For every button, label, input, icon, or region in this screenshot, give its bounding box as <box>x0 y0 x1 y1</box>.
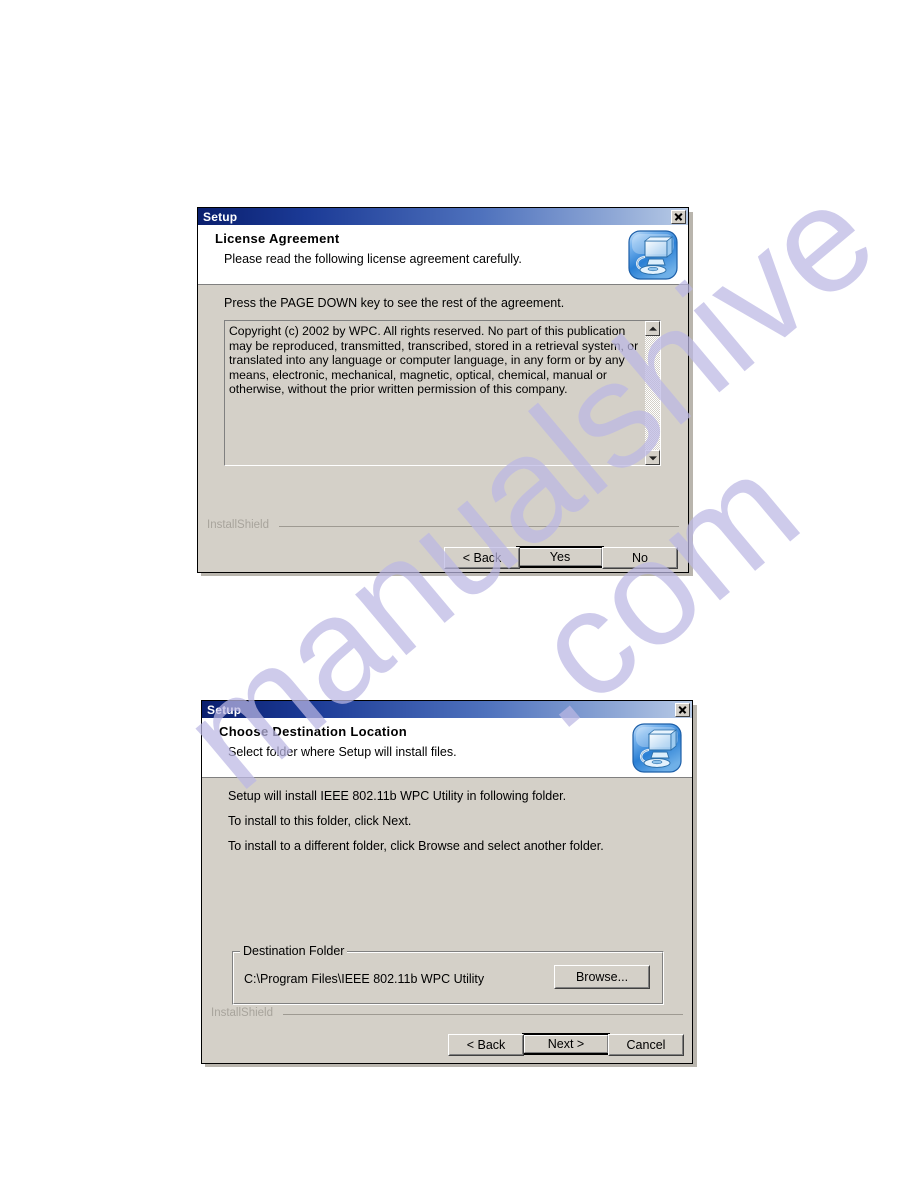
destination-folder-legend: Destination Folder <box>240 944 348 958</box>
back-button[interactable]: < Back <box>444 547 520 569</box>
titlebar-license: Setup <box>198 208 688 225</box>
cancel-button[interactable]: Cancel <box>608 1034 684 1056</box>
back-button-label: < Back <box>462 551 502 565</box>
license-text: Copyright (c) 2002 by WPC. All rights re… <box>229 324 639 397</box>
browse-button-label: Browse... <box>575 970 629 984</box>
page-subtitle: Select folder where Setup will install f… <box>228 745 457 759</box>
install-this-folder-line: To install to this folder, click Next. <box>228 814 412 828</box>
page-title: License Agreement <box>215 231 340 246</box>
setup-installer-icon <box>632 723 682 773</box>
install-target-line: Setup will install IEEE 802.11b WPC Util… <box>228 789 567 803</box>
no-button[interactable]: No <box>602 547 678 569</box>
dialog-header-license: License Agreement Please read the follow… <box>198 225 688 285</box>
yes-button[interactable]: Yes <box>516 546 604 568</box>
setup-installer-icon <box>628 230 678 280</box>
footer-divider <box>283 1014 683 1015</box>
titlebar-destination: Setup <box>202 701 692 718</box>
browse-button[interactable]: Browse... <box>554 965 650 989</box>
destination-path-value: C:\Program Files\IEEE 802.11b WPC Utilit… <box>244 972 485 986</box>
next-button-label: Next > <box>547 1037 585 1051</box>
dialog-header-destination: Choose Destination Location Select folde… <box>202 718 692 778</box>
dialog-body-license: Press the PAGE DOWN key to see the rest … <box>198 286 688 572</box>
installshield-brand: InstallShield <box>211 1007 278 1019</box>
yes-button-label: Yes <box>549 550 571 564</box>
back-button-label: < Back <box>466 1038 506 1052</box>
installshield-brand: InstallShield <box>207 519 274 531</box>
dialog-body-destination: Setup will install IEEE 802.11b WPC Util… <box>202 779 692 1063</box>
setup-dialog-choose-destination: Setup Choose Destination Location Select… <box>201 700 693 1064</box>
page-subtitle: Please read the following license agreem… <box>224 252 522 266</box>
window-title: Setup <box>203 209 238 224</box>
page-title: Choose Destination Location <box>219 724 407 739</box>
license-scrollbar[interactable] <box>644 321 660 465</box>
cancel-button-label: Cancel <box>626 1038 666 1052</box>
window-title: Setup <box>207 702 242 717</box>
next-button[interactable]: Next > <box>522 1033 610 1055</box>
back-button[interactable]: < Back <box>448 1034 524 1056</box>
scroll-down-arrow-icon[interactable] <box>645 450 660 465</box>
setup-dialog-license-agreement: Setup License Agreement Please read the … <box>197 207 689 573</box>
close-icon[interactable] <box>675 702 690 717</box>
close-icon[interactable] <box>671 209 686 224</box>
license-text-box[interactable]: Copyright (c) 2002 by WPC. All rights re… <box>224 320 661 466</box>
no-button-label: No <box>632 551 648 565</box>
scroll-up-arrow-icon[interactable] <box>645 321 660 336</box>
pagedown-instruction: Press the PAGE DOWN key to see the rest … <box>224 296 565 310</box>
install-other-folder-line: To install to a different folder, click … <box>228 839 604 853</box>
footer-divider <box>279 526 679 527</box>
